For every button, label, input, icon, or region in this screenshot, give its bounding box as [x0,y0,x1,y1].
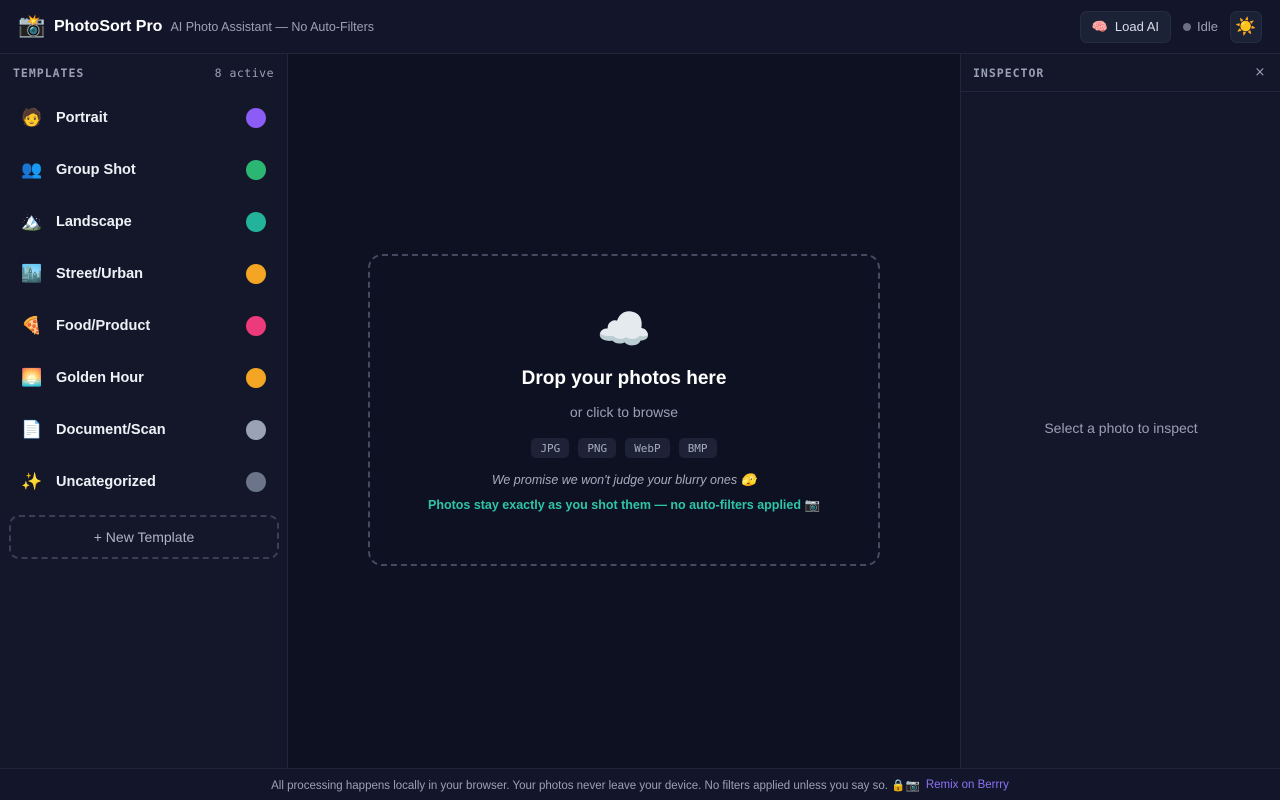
template-label: Golden Hour [56,370,144,386]
remix-link[interactable]: Remix on Berrry [926,779,1009,791]
template-item-group-shot[interactable]: 👥 Group Shot [0,144,287,196]
load-ai-button[interactable]: 🧠 Load AI [1079,10,1172,43]
status-dot-icon [1183,22,1192,31]
inspector-empty-state: Select a photo to inspect [1044,420,1198,436]
template-label: Document/Scan [56,422,166,438]
theme-toggle-button[interactable]: ☀️ [1230,10,1262,43]
photo-dropzone[interactable]: ☁️ Drop your photos here or click to bro… [368,254,880,566]
app-footer: All processing happens locally in your b… [0,768,1280,800]
dropzone-title: Drop your photos here [521,368,727,389]
templates-sidebar: TEMPLATES 8 active 🧑 Portrait 👥 Group Sh… [0,54,288,768]
template-item-food-product[interactable]: 🍕 Food/Product [0,300,287,352]
dropzone-joke: We promise we won't judge your blurry on… [491,473,757,487]
inspector-header: INSPECTOR × [961,54,1280,92]
templates-header: TEMPLATES 8 active [0,54,287,92]
header-actions: 🧠 Load AI Idle ☀️ [1079,10,1262,43]
template-label: Portrait [56,110,108,126]
template-color-dot [246,472,266,492]
sunrise-icon: 🌅 [21,368,43,388]
format-badge: JPG [531,438,570,458]
template-color-dot [246,212,266,232]
template-item-portrait[interactable]: 🧑 Portrait [0,92,287,144]
template-color-dot [246,160,266,180]
camera-icon: 📸 [18,14,46,39]
templates-count: 8 active [214,66,274,80]
template-color-dot [246,264,266,284]
load-ai-label: Load AI [1114,19,1160,34]
template-color-dot [246,108,266,128]
template-label: Street/Urban [56,266,144,282]
inspector-panel: INSPECTOR × Select a photo to inspect [960,54,1280,768]
template-color-dot [246,420,266,440]
template-color-dot [246,368,266,388]
person-icon: 🧑 [21,108,43,128]
template-label: Landscape [56,214,132,230]
dropzone-note: Photos stay exactly as you shot them — n… [427,498,821,512]
new-template-button[interactable]: + New Template [9,515,279,559]
sun-icon: ☀️ [1235,16,1257,37]
group-icon: 👥 [21,160,43,180]
status-label: Idle [1197,19,1218,34]
template-item-golden-hour[interactable]: 🌅 Golden Hour [0,352,287,404]
ai-status: Idle [1183,19,1218,34]
app-title: PhotoSort Pro [54,17,163,35]
template-color-dot [246,316,266,336]
format-badge: WebP [625,438,670,458]
template-item-landscape[interactable]: 🏔️ Landscape [0,196,287,248]
format-badge: BMP [678,438,717,458]
template-item-document-scan[interactable]: 📄 Document/Scan [0,404,287,456]
dropzone-subtitle: or click to browse [569,404,679,420]
brain-icon: 🧠 [1091,18,1108,34]
format-badge: PNG [578,438,617,458]
templates-list: 🧑 Portrait 👥 Group Shot 🏔️ Landscape 🏙️ … [0,92,287,508]
app-subtitle: AI Photo Assistant — No Auto-Filters [170,19,374,34]
template-item-street-urban[interactable]: 🏙️ Street/Urban [0,248,287,300]
supported-formats: JPG PNG WebP BMP [531,438,717,458]
cloud-icon: ☁️ [596,304,652,355]
cityscape-icon: 🏙️ [21,264,43,284]
close-icon[interactable]: × [1252,65,1268,80]
template-label: Uncategorized [56,474,156,490]
document-icon: 📄 [21,420,43,440]
templates-heading: TEMPLATES [13,66,85,80]
app-header: 📸 PhotoSort Pro AI Photo Assistant — No … [0,0,1280,54]
inspector-title: INSPECTOR [973,65,1045,80]
template-label: Food/Product [56,318,151,334]
mountain-icon: 🏔️ [21,212,43,232]
main-workspace: ☁️ Drop your photos here or click to bro… [288,54,960,768]
footer-text: All processing happens locally in your b… [271,779,920,792]
template-label: Group Shot [56,162,136,178]
sparkles-icon: ✨ [21,472,43,492]
pizza-icon: 🍕 [21,316,43,336]
template-item-uncategorized[interactable]: ✨ Uncategorized [0,456,287,508]
